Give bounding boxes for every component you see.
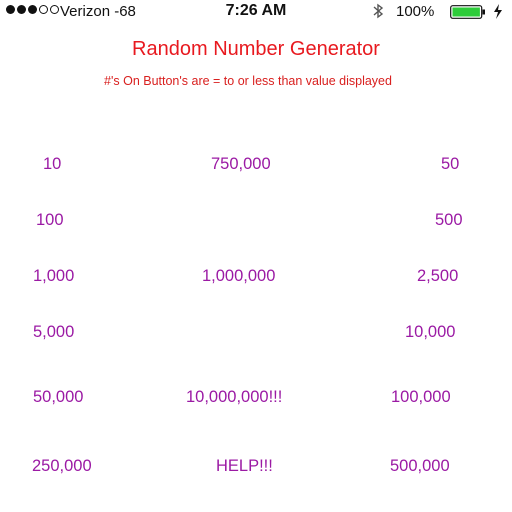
button-500000[interactable]: 500,000 [390, 456, 450, 476]
button-5000[interactable]: 5,000 [33, 322, 74, 342]
button-750000[interactable]: 750,000 [211, 154, 271, 174]
button-100000[interactable]: 100,000 [391, 387, 451, 407]
battery-percent: 100% [396, 3, 435, 20]
button-1000000[interactable]: 1,000,000 [202, 266, 275, 286]
status-time: 7:26 AM [225, 2, 287, 19]
button-50[interactable]: 50 [441, 154, 459, 174]
button-10000[interactable]: 10,000 [405, 322, 455, 342]
battery-icon [450, 5, 485, 19]
app-subtitle: #'s On Button's are = to or less than va… [104, 74, 392, 88]
button-100[interactable]: 100 [36, 210, 64, 230]
help-button[interactable]: HELP!!! [216, 456, 273, 476]
button-50000[interactable]: 50,000 [33, 387, 83, 407]
button-1000[interactable]: 1,000 [33, 266, 74, 286]
charging-icon [494, 4, 502, 19]
app-title: Random Number Generator [132, 38, 380, 60]
bluetooth-icon [373, 3, 384, 19]
status-bar: Verizon -68 7:26 AM 100% [0, 0, 512, 24]
button-10[interactable]: 10 [43, 154, 61, 174]
button-10000000[interactable]: 10,000,000!!! [186, 387, 282, 407]
button-2500[interactable]: 2,500 [417, 266, 458, 286]
button-250000[interactable]: 250,000 [32, 456, 92, 476]
button-500[interactable]: 500 [435, 210, 463, 230]
